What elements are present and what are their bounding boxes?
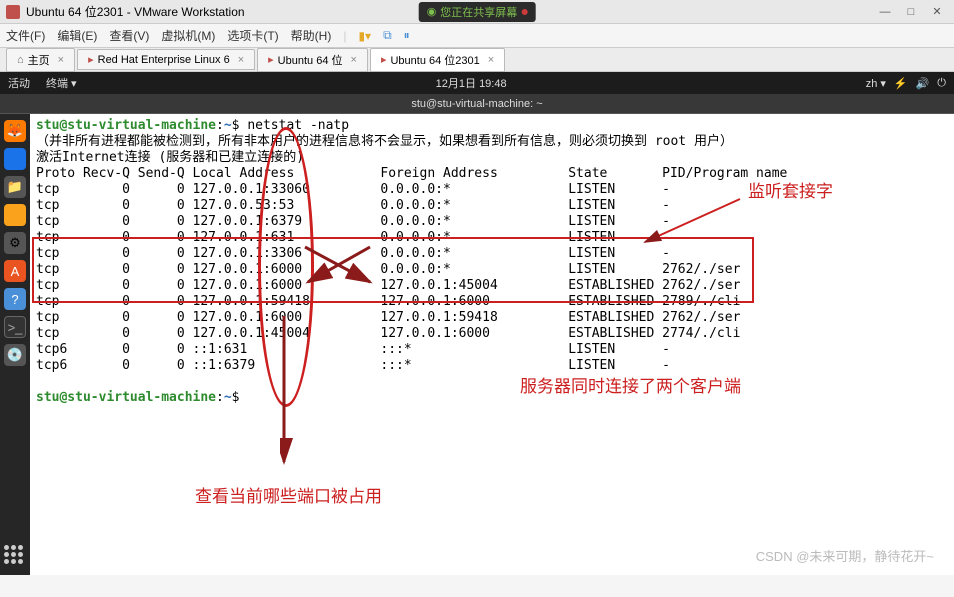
dock-store-icon[interactable]: A: [4, 260, 26, 282]
menu-tabs[interactable]: 选项卡(T): [227, 27, 278, 44]
home-icon: ⌂: [17, 54, 24, 66]
dock-app-icon[interactable]: [4, 148, 26, 170]
ubuntu-dock: 🦊 📁 ⚙ A ? >_ 💿: [0, 114, 30, 575]
network-icon[interactable]: ⚡: [894, 77, 908, 90]
clock: 12月1日 19:48: [85, 75, 858, 91]
lang-icon[interactable]: zh ▾: [866, 77, 886, 90]
tab-home[interactable]: ⌂主页×: [6, 48, 75, 72]
terminal-menu[interactable]: 终端 ▾: [38, 75, 85, 91]
menu-view[interactable]: 查看(V): [109, 27, 149, 44]
close-icon[interactable]: ×: [58, 54, 64, 66]
menu-help[interactable]: 帮助(H): [291, 27, 332, 44]
dock-files-icon[interactable]: 📁: [4, 176, 26, 198]
menu-bar: 文件(F) 编辑(E) 查看(V) 虚拟机(M) 选项卡(T) 帮助(H) | …: [0, 24, 954, 48]
output-line: 激活Internet连接 (服务器和已建立连接的): [36, 150, 304, 165]
activities-button[interactable]: 活动: [0, 75, 38, 91]
toolbar-snapshot-icon[interactable]: ⧉: [383, 28, 392, 43]
minimize-button[interactable]: —: [874, 5, 896, 19]
output-line: （并非所有进程都能被检测到，所有非本用户的进程信息将不会显示，如果想看到所有信息…: [36, 134, 733, 149]
menu-vm[interactable]: 虚拟机(M): [161, 27, 215, 44]
ubuntu-top-bar: 活动 终端 ▾ 12月1日 19:48 zh ▾ ⚡ 🔊 ⏻: [0, 72, 954, 94]
close-button[interactable]: ✕: [926, 5, 948, 19]
watermark: CSDN @未来可期，静待花开~: [756, 546, 934, 565]
menu-edit[interactable]: 编辑(E): [57, 27, 97, 44]
maximize-button[interactable]: □: [900, 5, 922, 19]
dock-firefox-icon[interactable]: 🦊: [4, 120, 26, 142]
dock-app2-icon[interactable]: [4, 204, 26, 226]
dock-disk-icon[interactable]: 💿: [4, 344, 26, 366]
dock-terminal-icon[interactable]: >_: [4, 316, 26, 338]
close-icon[interactable]: ×: [488, 54, 494, 66]
netstat-table: Proto Recv-Q Send-Q Local Address Foreig…: [36, 166, 787, 373]
dock-settings-icon[interactable]: ⚙: [4, 232, 26, 254]
app-icon: [6, 5, 20, 19]
close-icon[interactable]: ×: [238, 54, 244, 66]
command-text: netstat -natp: [247, 118, 349, 133]
window-titlebar: Ubuntu 64 位2301 - VMware Workstation ◉您正…: [0, 0, 954, 24]
tab-ubuntu1[interactable]: ▸Ubuntu 64 位×: [257, 48, 368, 72]
volume-icon[interactable]: 🔊: [916, 77, 930, 90]
tab-rhel[interactable]: ▸Red Hat Enterprise Linux 6×: [77, 49, 255, 70]
close-icon[interactable]: ×: [351, 54, 357, 66]
toolbar-suspend-icon[interactable]: ⏸: [404, 28, 410, 43]
screen-share-banner: ◉您正在共享屏幕: [419, 2, 536, 22]
vm-display: 活动 终端 ▾ 12月1日 19:48 zh ▾ ⚡ 🔊 ⏻ stu@stu-v…: [0, 72, 954, 575]
power-icon[interactable]: ⏻: [937, 77, 946, 90]
dock-apps-grid-icon[interactable]: [4, 545, 26, 567]
tab-ubuntu2[interactable]: ▸Ubuntu 64 位2301×: [370, 48, 505, 72]
menu-file[interactable]: 文件(F): [6, 27, 45, 44]
window-controls: — □ ✕: [874, 5, 948, 19]
terminal-output[interactable]: stu@stu-virtual-machine:~$ netstat -natp…: [30, 114, 954, 575]
tab-bar: ⌂主页× ▸Red Hat Enterprise Linux 6× ▸Ubunt…: [0, 48, 954, 72]
terminal-tab-title: stu@stu-virtual-machine: ~: [0, 94, 954, 114]
dock-help-icon[interactable]: ?: [4, 288, 26, 310]
toolbar-power-icon[interactable]: ▮▾: [358, 29, 371, 43]
